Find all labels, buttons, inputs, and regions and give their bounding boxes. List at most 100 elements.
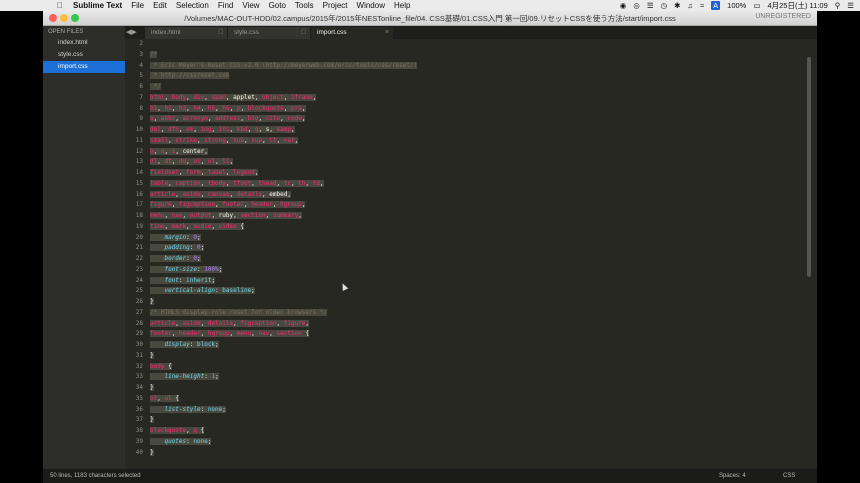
tab-close-icon[interactable]: × (385, 27, 389, 39)
code-line[interactable]: ····font: inherit; (150, 276, 417, 287)
code-line[interactable]: } (150, 448, 417, 459)
code-line[interactable]: ····quotes: none; (150, 437, 417, 448)
code-token: */ (150, 83, 161, 90)
menu-help[interactable]: Help (394, 1, 410, 10)
code-line[interactable]: } (150, 415, 417, 426)
volume-icon[interactable]: ♫ (687, 1, 693, 10)
tab-nav-arrows-icon[interactable]: ◀▶ (126, 28, 137, 36)
code-line[interactable]: } (150, 351, 417, 362)
tab-close-icon[interactable]: □ (302, 27, 306, 39)
code-token: , (258, 115, 266, 123)
code-line[interactable]: } (150, 383, 417, 394)
line-number: 12 (135, 147, 143, 155)
search-icon[interactable]: ⚲ (835, 1, 841, 10)
code-line[interactable]: blockquote, q { (150, 426, 417, 437)
code-line[interactable]: ····list-style: none; (150, 405, 417, 416)
line-number: 3 (139, 50, 143, 58)
wifi-icon[interactable]: ≈ (700, 1, 704, 10)
code-line[interactable]: ····font-size: 100%; (150, 265, 417, 276)
line-number: 40 (135, 448, 143, 456)
code-token: sub (233, 136, 244, 144)
battery-percent[interactable]: 100% (727, 1, 746, 10)
code-line[interactable]: small, strike, strong, sub, sup, tt, var… (150, 136, 417, 147)
menu-goto[interactable]: Goto (269, 1, 286, 10)
code-line[interactable]: * Eric Meyer's Reset CSS v2.0 (http://me… (150, 61, 418, 72)
code-line[interactable]: /* HTML5 display-role reset for older br… (150, 308, 417, 319)
code-line[interactable]: a, abbr, acronym, address, big, cite, co… (150, 114, 417, 125)
code-line[interactable]: footer, header, hgroup, menu, nav, secti… (150, 329, 417, 340)
code-token: , (301, 104, 306, 112)
apple-icon[interactable]:  (55, 1, 65, 10)
code-line[interactable]: table, caption, tbody, tfoot, thead, tr,… (150, 179, 417, 190)
code-line[interactable]: b, u, i, center, (150, 147, 417, 158)
input-method-icon[interactable]: A (711, 1, 721, 10)
code-line[interactable]: ····margin: 0; (150, 233, 417, 244)
menu-edit[interactable]: Edit (153, 1, 167, 10)
code-line[interactable]: del, dfn, em, img, ins, kbd, q, s, samp, (150, 125, 417, 136)
code-line[interactable]: } (150, 297, 417, 308)
code-editor[interactable]: 2 3 4 5 6 7 8 9 10 11 12 13 14 15 16 17 18 19 20 21 22 23 24 25… (125, 39, 817, 469)
code-line[interactable]: ····line-height: 1; (150, 372, 417, 383)
menubar-status-area: ◉ ◎ ☰ ◷ ✱ ♫ ≈ A 100% ▭ 4月25日(土) 11:09 ⚲ … (620, 0, 854, 11)
code-token: big (247, 115, 259, 123)
tab-label: index.html (151, 29, 181, 36)
clock-text[interactable]: 4月25日(土) 11:09 (767, 0, 827, 11)
code-line[interactable]: article, aside, canvas, details, embed, (150, 190, 417, 201)
code-line[interactable]: ····padding: 0; (150, 243, 417, 254)
menu-project[interactable]: Project (323, 1, 348, 10)
clock-icon[interactable]: ◷ (661, 1, 668, 10)
battery-icon[interactable]: ▭ (753, 1, 760, 10)
indentation-setting[interactable]: Spaces: 4 (719, 469, 746, 483)
menu-icon[interactable]: ☰ (647, 1, 654, 10)
code-line[interactable]: fieldset, form, label, legend, (150, 168, 417, 179)
tab-close-icon[interactable]: □ (219, 27, 223, 39)
code-token: fieldset (150, 169, 179, 176)
menu-window[interactable]: Window (357, 1, 385, 10)
sidebar-file-import-css[interactable]: import.css (43, 61, 125, 73)
code-line[interactable]: menu, nav, output, ruby, section, summar… (150, 211, 417, 222)
code-line[interactable]: article, aside, details, figcaption, fig… (150, 319, 417, 330)
code-line[interactable]: figure, figcaption, footer, header, hgro… (150, 200, 417, 211)
menu-find[interactable]: Find (218, 1, 234, 10)
code-line[interactable]: h1, h2, h3, h4, h5, h6, p, blockquote, p… (150, 104, 417, 115)
scrollbar-thumb[interactable] (807, 57, 811, 277)
list-icon[interactable]: ☰ (847, 1, 854, 10)
code-line[interactable]: dl, dt, dd, ol, ul, li, (150, 157, 417, 168)
code-line[interactable]: ····border: 0; (150, 254, 417, 265)
bluetooth-icon[interactable]: ✱ (674, 1, 680, 10)
code-token: strong (204, 136, 226, 144)
code-line[interactable]: html, body, div, span, applet, object, i… (150, 93, 417, 104)
code-line[interactable]: time, mark, audio, video { (150, 222, 417, 233)
menu-view[interactable]: View (242, 1, 259, 10)
code-line[interactable]: * http://cssreset.com (150, 71, 417, 82)
eye-icon[interactable]: ◎ (633, 1, 640, 10)
code-line[interactable]: /* (150, 50, 417, 61)
scrollbar[interactable] (807, 39, 811, 469)
code-token: li (222, 158, 230, 166)
code-line[interactable]: ol, ul { (150, 394, 417, 405)
code-line[interactable] (150, 39, 417, 50)
code-line[interactable]: ····vertical-align: baseline; (150, 286, 417, 297)
code-token: , (301, 201, 306, 209)
menu-file[interactable]: File (131, 1, 144, 10)
tab-index-html[interactable]: index.html □ (145, 27, 227, 39)
record-icon[interactable]: ◉ (620, 1, 627, 10)
sidebar-file-index-html[interactable]: index.html (43, 37, 125, 49)
code-line[interactable]: */ (150, 82, 417, 93)
code-line[interactable]: body { (150, 362, 417, 373)
sidebar-file-style-css[interactable]: style.css (43, 49, 125, 61)
code-token: { (301, 330, 310, 338)
code-token: small (150, 136, 169, 144)
menu-app-name[interactable]: Sublime Text (73, 1, 122, 10)
tab-import-css[interactable]: import.css × (311, 27, 393, 39)
code-token: , (200, 319, 208, 327)
code-area[interactable]: /* * Eric Meyer's Reset CSS v2.0 (http:/… (150, 39, 418, 459)
code-line[interactable]: ····display: block; (150, 340, 417, 351)
menu-selection[interactable]: Selection (176, 1, 209, 10)
line-number: 17 (135, 201, 143, 209)
code-token: , (276, 136, 284, 144)
line-number: 13 (135, 158, 143, 166)
tab-style-css[interactable]: style.css □ (228, 27, 310, 39)
syntax-setting[interactable]: CSS (783, 469, 795, 483)
menu-tools[interactable]: Tools (295, 1, 314, 10)
